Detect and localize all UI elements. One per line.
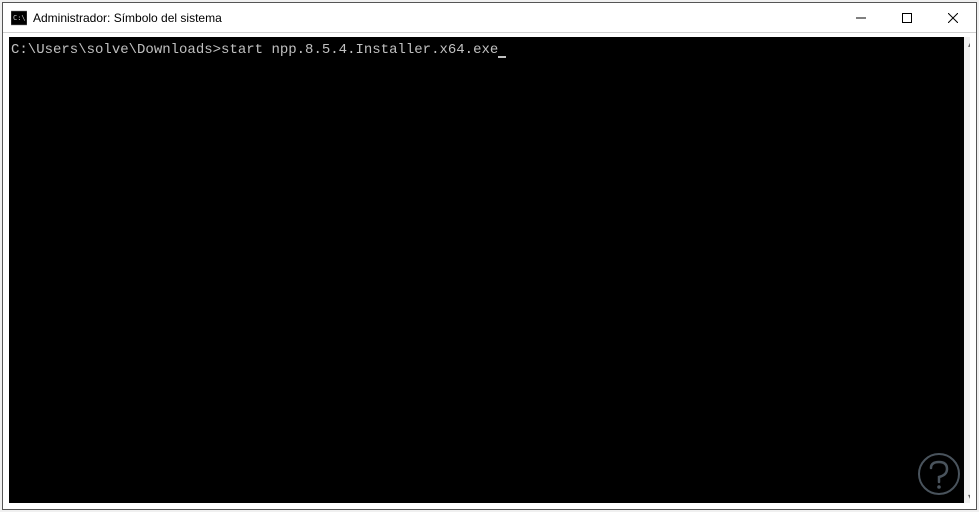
window-title: Administrador: Símbolo del sistema <box>33 11 838 25</box>
cmd-icon: C:\ <box>11 10 27 26</box>
minimize-button[interactable] <box>838 3 884 32</box>
maximize-button[interactable] <box>884 3 930 32</box>
prompt-path: C:\Users\solve\Downloads> <box>11 42 221 58</box>
terminal-body[interactable]: C:\Users\solve\Downloads>start npp.8.5.4… <box>3 33 976 509</box>
scrollbar[interactable]: ▴ ▾ <box>964 37 976 503</box>
scroll-track[interactable] <box>964 51 976 489</box>
cursor <box>498 56 506 58</box>
terminal-content[interactable]: C:\Users\solve\Downloads>start npp.8.5.4… <box>9 37 964 503</box>
titlebar[interactable]: C:\ Administrador: Símbolo del sistema <box>3 3 976 33</box>
scroll-up-button[interactable]: ▴ <box>964 37 976 51</box>
svg-text:C:\: C:\ <box>13 14 26 22</box>
watermark-icon <box>917 452 961 496</box>
command-prompt-window: C:\ Administrador: Símbolo del sistema C… <box>2 2 977 510</box>
window-controls <box>838 3 976 32</box>
scroll-down-button[interactable]: ▾ <box>964 489 976 503</box>
command-text: start npp.8.5.4.Installer.x64.exe <box>221 42 498 58</box>
close-button[interactable] <box>930 3 976 32</box>
